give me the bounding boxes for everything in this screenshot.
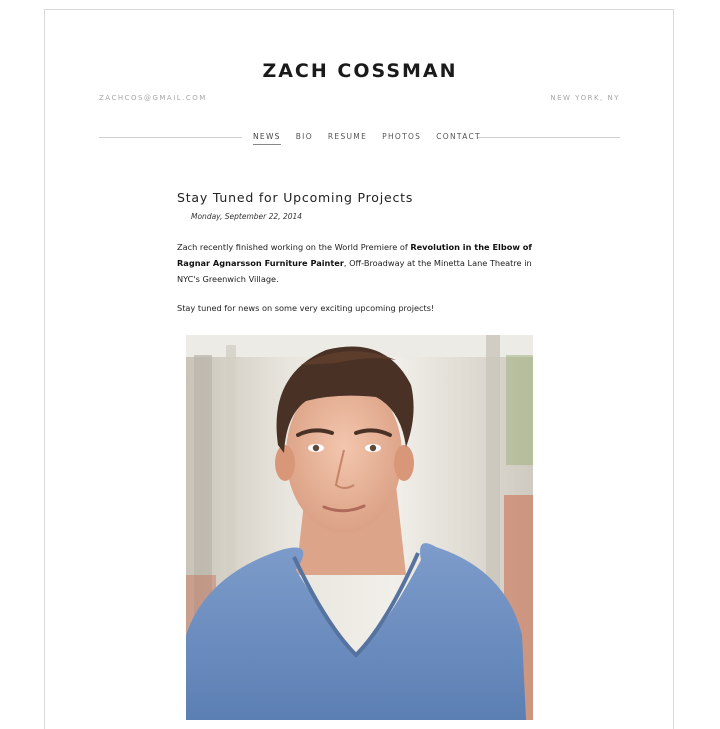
- post-body: Zach recently finished working on the Wo…: [177, 239, 539, 329]
- nav-item-contact[interactable]: CONTACT: [436, 132, 481, 145]
- nav-divider-left: [99, 137, 242, 138]
- nav-item-bio[interactable]: BIO: [296, 132, 313, 145]
- post-date: Monday, September 22, 2014: [191, 212, 303, 221]
- headshot-photo: [186, 335, 533, 720]
- nav-item-news[interactable]: NEWS: [253, 132, 281, 145]
- main-nav: NEWS BIO RESUME PHOTOS CONTACT: [253, 132, 496, 145]
- post-paragraph: Zach recently finished working on the Wo…: [177, 239, 539, 287]
- location-text: NEW YORK, NY: [550, 94, 620, 102]
- nav-item-photos[interactable]: PHOTOS: [382, 132, 421, 145]
- site-title[interactable]: ZACH COSSMAN: [0, 60, 720, 82]
- nav-item-resume[interactable]: RESUME: [328, 132, 367, 145]
- post-paragraph: Stay tuned for news on some very excitin…: [177, 303, 435, 313]
- nav-divider-right: [477, 137, 620, 138]
- email-link[interactable]: ZACHCOS@GMAIL.COM: [99, 94, 207, 102]
- post-title[interactable]: Stay Tuned for Upcoming Projects: [177, 190, 413, 205]
- post-text: Zach recently finished working on the Wo…: [177, 242, 411, 252]
